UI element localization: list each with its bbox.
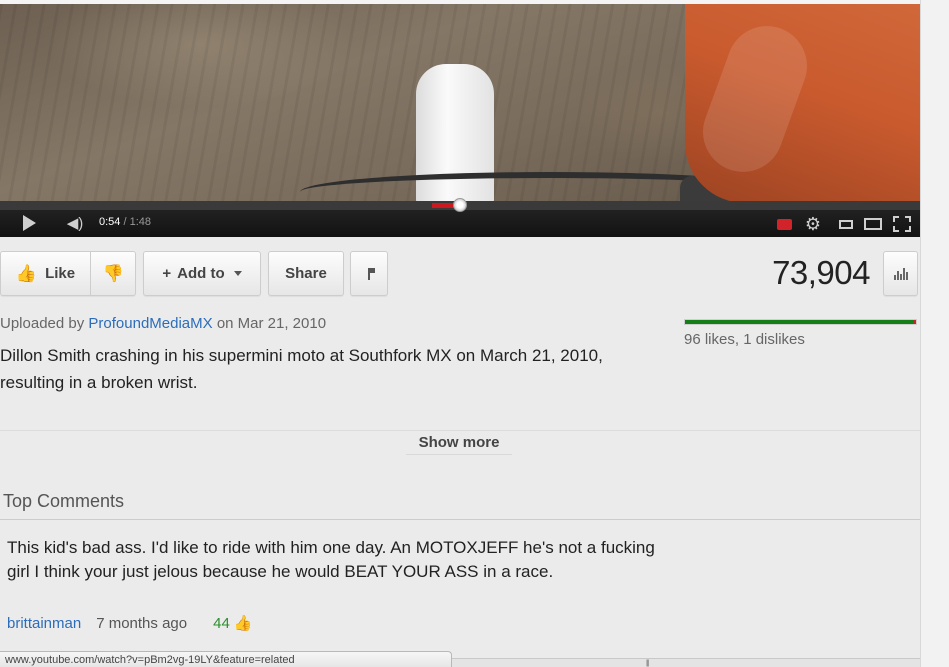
chevron-down-icon: [233, 271, 242, 276]
video-description: Dillon Smith crashing in his supermini m…: [0, 346, 603, 392]
comment-author-link[interactable]: brittainman: [7, 615, 81, 632]
fullscreen-button[interactable]: [889, 212, 915, 236]
fullscreen-icon: [893, 216, 911, 232]
progress-scrubber[interactable]: [453, 198, 467, 212]
play-icon: [22, 215, 36, 231]
view-count: 73,904: [772, 254, 870, 291]
flag-button[interactable]: [350, 251, 388, 296]
like-button[interactable]: 👍 Like: [1, 252, 90, 295]
top-comments-heading: Top Comments: [3, 491, 125, 511]
player-controls: ◀) 0:54 / 1:48 ⚙: [0, 198, 920, 237]
upload-date: on Mar 21, 2010: [216, 315, 327, 332]
comment-text: This kid's bad ass. I'd like to ride wit…: [7, 538, 655, 581]
orange-fender: [685, 4, 920, 203]
volume-button[interactable]: ◀): [62, 213, 88, 233]
share-button[interactable]: Share: [268, 251, 344, 296]
comment-time: 7 months ago: [96, 614, 188, 632]
small-player-icon: [839, 219, 853, 229]
like-ratio-bar: [684, 319, 917, 325]
flag-icon: [368, 267, 375, 280]
likes-dislikes-text: 96 likes, 1 dislikes: [684, 331, 805, 348]
current-time: 0:54: [99, 216, 121, 228]
like-dislike-group: 👍 Like 👎: [0, 251, 136, 296]
description-divider: [0, 430, 920, 431]
share-label: Share: [285, 265, 327, 282]
progress-bar[interactable]: [0, 198, 920, 212]
dislike-button[interactable]: 👎: [90, 252, 136, 295]
horizontal-scrollbar[interactable]: |||: [452, 658, 920, 667]
comment-meta: brittainman 7 months ago 44 👍: [7, 614, 253, 633]
add-to-label: Add to: [177, 265, 225, 282]
time-display: 0:54 / 1:48: [99, 216, 151, 228]
stats-button[interactable]: [883, 251, 918, 296]
captions-icon: [776, 218, 792, 230]
play-button[interactable]: [14, 213, 44, 233]
captions-button[interactable]: [772, 214, 796, 234]
comment-thumbs-up-icon[interactable]: 👍: [234, 614, 253, 632]
settings-button[interactable]: ⚙: [800, 212, 826, 236]
stats-icon: [893, 267, 908, 280]
thumbs-down-icon: 👎: [102, 263, 125, 283]
upload-prefix: Uploaded by: [0, 315, 85, 332]
browser-status-bar: www.youtube.com/watch?v=pBm2vg-19LY&feat…: [0, 651, 452, 667]
large-player-icon: [864, 218, 882, 230]
upload-info: Uploaded by ProfoundMediaMX on Mar 21, 2…: [0, 315, 326, 332]
like-ratio-fill: [685, 320, 914, 324]
plus-icon: +: [162, 265, 172, 282]
volume-icon: ◀): [66, 215, 84, 232]
time-separator: /: [120, 216, 130, 228]
like-label: Like: [45, 265, 76, 282]
small-player-button[interactable]: [833, 214, 859, 234]
video-frame[interactable]: [0, 4, 920, 203]
comments-divider: [0, 519, 920, 520]
scrollbar-grip-icon[interactable]: |||: [646, 660, 650, 667]
uploader-link[interactable]: ProfoundMediaMX: [88, 315, 212, 332]
large-player-button[interactable]: [860, 214, 886, 234]
thumbs-up-icon: 👍: [15, 263, 38, 283]
page-right-gutter: [920, 0, 949, 667]
comment-votes: 44: [213, 614, 230, 632]
gear-icon: ⚙: [804, 213, 822, 234]
show-more-button[interactable]: Show more: [406, 432, 512, 455]
add-to-button[interactable]: + Add to: [143, 251, 261, 296]
duration: 1:48: [129, 216, 152, 228]
